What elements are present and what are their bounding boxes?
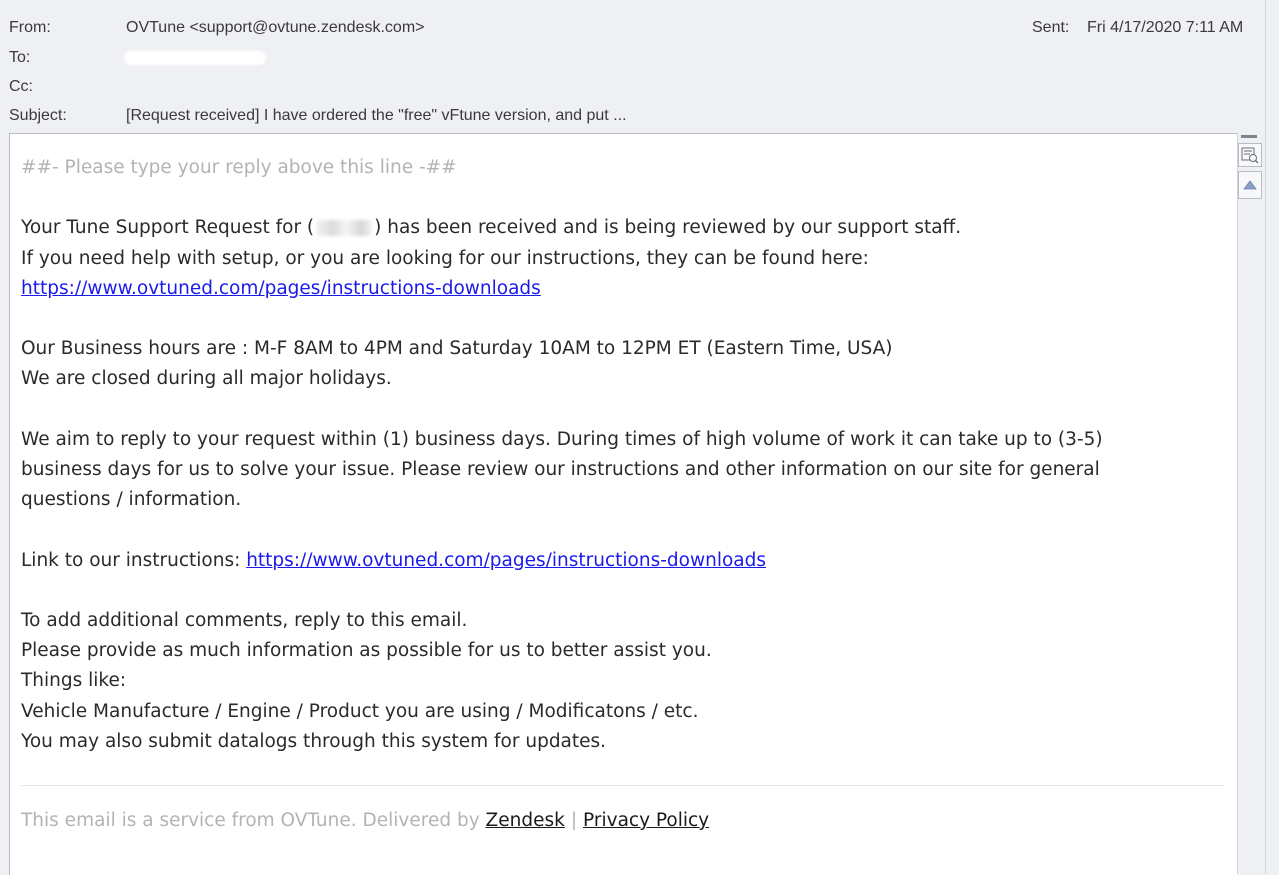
datalogs-line: You may also submit datalogs through thi…	[21, 730, 607, 752]
from-value[interactable]: OVTune <support@ovtune.zendesk.com>	[126, 16, 424, 40]
vehicle-line: Vehicle Manufacture / Engine / Product y…	[21, 700, 699, 722]
scroll-up-button[interactable]	[1238, 171, 1262, 199]
to-row: To:	[0, 46, 1279, 70]
scrollbar-grip[interactable]	[1241, 135, 1257, 138]
vertical-scrollbar[interactable]	[1237, 133, 1266, 874]
privacy-policy-link[interactable]: Privacy Policy	[583, 810, 709, 831]
email-footer: This email is a service from OVTune. Del…	[21, 806, 709, 836]
sent-label: Sent:	[1032, 19, 1070, 36]
aim-line-3: questions / information.	[21, 489, 242, 511]
instructions-link-line: https://www.ovtuned.com/pages/instructio…	[21, 274, 1221, 304]
cc-label: Cc:	[9, 78, 33, 95]
to-label: To:	[9, 49, 31, 66]
from-row: From: OVTune <support@ovtune.zendesk.com…	[0, 16, 1279, 40]
sent-value: Fri 4/17/2020 7:11 AM	[1087, 19, 1244, 36]
redacted-request-id	[316, 220, 373, 237]
subject-label: Subject:	[9, 107, 67, 124]
things-line: Things like:	[21, 670, 127, 692]
zoom-button[interactable]	[1238, 143, 1262, 167]
redacted-recipient	[124, 51, 266, 65]
scroll-up-arrow-icon	[1243, 180, 1257, 190]
message-body: ##- Please type your reply above this li…	[21, 153, 1221, 757]
request-pre: Your Tune Support Request for (	[21, 217, 315, 239]
instructions-link-2[interactable]: https://www.ovtuned.com/pages/instructio…	[246, 550, 766, 571]
subject-row: Subject: [Request received] I have order…	[0, 104, 1279, 128]
hours-line: Our Business hours are : M-F 8AM to 4PM …	[21, 338, 893, 360]
link-label: Link to our instructions:	[21, 549, 247, 571]
email-header: From: OVTune <support@ovtune.zendesk.com…	[0, 0, 1279, 133]
footer-divider	[21, 785, 1224, 786]
aim-line-1: We aim to reply to your request within (…	[21, 428, 1103, 450]
zendesk-link[interactable]: Zendesk	[486, 810, 565, 831]
setup-line: If you need help with setup, or you are …	[21, 247, 869, 269]
request-line: Your Tune Support Request for ( ) has bee…	[21, 213, 1221, 243]
from-label: From:	[9, 19, 51, 36]
aim-line-2: business days for us to solve your issue…	[21, 458, 1100, 480]
cc-row: Cc:	[0, 75, 1279, 99]
reply-marker: ##- Please type your reply above this li…	[21, 157, 457, 178]
window-right-edge	[1265, 0, 1279, 874]
footer-separator: |	[570, 810, 578, 831]
instructions-link[interactable]: https://www.ovtuned.com/pages/instructio…	[21, 278, 541, 299]
comments-line: To add additional comments, reply to thi…	[21, 609, 468, 631]
zoom-icon	[1241, 147, 1259, 164]
subject-value: [Request received] I have ordered the "f…	[126, 107, 627, 124]
link-line: Link to our instructions: https://www.ov…	[21, 546, 1221, 576]
closed-line: We are closed during all major holidays.	[21, 368, 392, 390]
provide-line: Please provide as much information as po…	[21, 640, 712, 662]
request-post: ) has been received and is being reviewe…	[374, 217, 962, 239]
footer-service-text: This email is a service from OVTune. Del…	[21, 810, 486, 831]
